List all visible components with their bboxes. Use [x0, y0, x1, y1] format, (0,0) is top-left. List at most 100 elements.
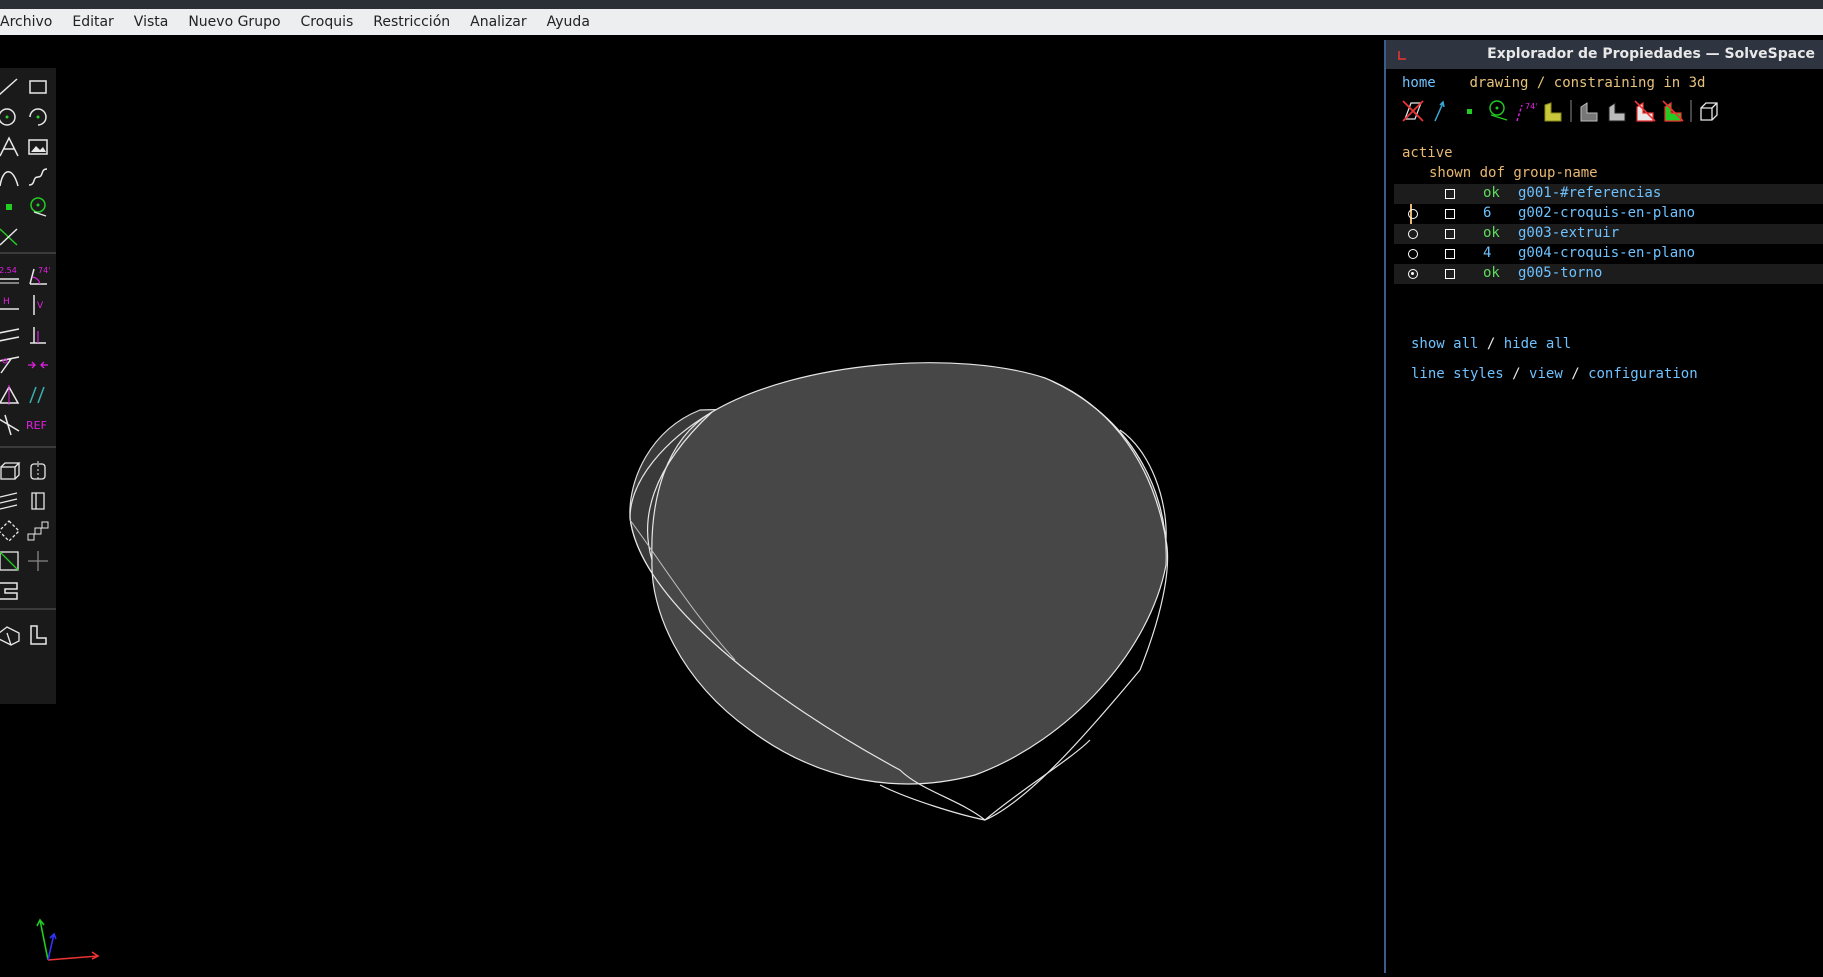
- breadcrumb-constraining: constraining in 3d: [1553, 75, 1706, 91]
- show-all-link[interactable]: show all: [1411, 336, 1478, 352]
- home-link[interactable]: home: [1402, 75, 1436, 91]
- show-faces-icon[interactable]: [1540, 97, 1566, 125]
- image-tool-icon[interactable]: [25, 134, 51, 160]
- circle-tool-icon[interactable]: [0, 104, 22, 130]
- shown-column-header: shown: [1429, 165, 1472, 181]
- show-mesh-icon[interactable]: [1660, 97, 1686, 125]
- nearest-isometric-icon[interactable]: [0, 622, 22, 648]
- workplane-tool-icon[interactable]: [25, 194, 51, 220]
- distance-constraint-icon[interactable]: 2.54: [0, 262, 22, 288]
- parallel-constraint-icon[interactable]: [0, 322, 22, 348]
- link-separator: /: [1486, 336, 1496, 352]
- show-workplanes-icon[interactable]: [1400, 97, 1426, 125]
- svg-text:2.54: 2.54: [0, 266, 17, 275]
- step-translate-icon[interactable]: [25, 518, 51, 544]
- dof-column-header: dof: [1479, 165, 1505, 181]
- equal-length-constraint-icon[interactable]: [25, 382, 51, 408]
- tangent-constraint-icon[interactable]: [0, 352, 22, 378]
- toolbar-divider: [1690, 100, 1692, 122]
- constrain-other-icon[interactable]: [0, 412, 22, 438]
- menu-vista[interactable]: Vista: [124, 9, 179, 35]
- show-constraints-icon[interactable]: 74°: [1512, 97, 1538, 125]
- menu-ayuda[interactable]: Ayuda: [537, 9, 600, 35]
- active-radio[interactable]: [1408, 229, 1418, 239]
- show-shaded-icon[interactable]: [1576, 97, 1602, 125]
- hide-all-link[interactable]: hide all: [1504, 336, 1571, 352]
- reference-toggle-icon[interactable]: REF: [24, 412, 54, 438]
- window-titlebar: [0, 0, 1823, 9]
- rectangle-tool-icon[interactable]: [25, 74, 51, 100]
- line-styles-link[interactable]: line styles: [1411, 366, 1504, 382]
- solid-top-face: [651, 362, 1167, 785]
- active-column-label: active: [1402, 145, 1453, 161]
- group-name-link[interactable]: g001-#referencias: [1518, 185, 1661, 201]
- symmetric-constraint-icon[interactable]: [0, 382, 22, 408]
- bezier-tool-icon[interactable]: [0, 164, 22, 190]
- split-curves-icon[interactable]: [0, 224, 22, 250]
- menu-analizar[interactable]: Analizar: [460, 9, 537, 35]
- menu-archivo[interactable]: Archivo: [0, 9, 62, 35]
- link-separator: /: [1512, 366, 1521, 382]
- group-row[interactable]: ok g001-#referencias: [1394, 184, 1823, 204]
- property-browser-title: Explorador de Propiedades — SolveSpace: [1487, 46, 1815, 62]
- configuration-link[interactable]: configuration: [1588, 366, 1698, 382]
- menu-croquis[interactable]: Croquis: [291, 9, 364, 35]
- spline-tool-icon[interactable]: [25, 164, 51, 190]
- shown-checkbox[interactable]: [1445, 229, 1455, 239]
- group-name-link[interactable]: g002-croquis-en-plano: [1518, 205, 1695, 221]
- perpendicular-constraint-icon[interactable]: [25, 322, 51, 348]
- toolbar-divider: [0, 446, 56, 448]
- property-browser-titlebar: Explorador de Propiedades — SolveSpace: [1386, 40, 1823, 69]
- group-row[interactable]: 4 g004-croquis-en-plano: [1394, 244, 1823, 264]
- settings-links: line styles / view / configuration: [1411, 366, 1698, 382]
- show-construction-icon[interactable]: [1484, 97, 1510, 125]
- revolve-icon[interactable]: [25, 488, 51, 514]
- group-name-link[interactable]: g004-croquis-en-plano: [1518, 245, 1695, 261]
- active-radio[interactable]: [1408, 209, 1418, 219]
- menu-restriccion[interactable]: Restricción: [363, 9, 460, 35]
- group-list: ok g001-#referencias 6 g002-croquis-en-p…: [1394, 184, 1823, 284]
- shown-checkbox[interactable]: [1445, 189, 1455, 199]
- line-tool-icon[interactable]: [0, 74, 22, 100]
- show-edges-icon[interactable]: [1604, 97, 1630, 125]
- group-row[interactable]: ok g005-torno: [1394, 264, 1823, 284]
- active-radio[interactable]: [1408, 249, 1418, 259]
- workplane-icon[interactable]: [0, 548, 22, 574]
- show-outlines-icon[interactable]: [1632, 97, 1658, 125]
- arc-tool-icon[interactable]: [25, 104, 51, 130]
- midpoint-constraint-icon[interactable]: [25, 352, 51, 378]
- sketch-in-3d-icon[interactable]: [25, 548, 51, 574]
- lathe-icon[interactable]: [25, 458, 51, 484]
- breadcrumb-drawing: drawing: [1469, 75, 1529, 91]
- point-tool-icon[interactable]: [0, 194, 22, 220]
- view-link[interactable]: view: [1529, 366, 1563, 382]
- horizontal-constraint-icon[interactable]: H: [0, 292, 22, 318]
- shown-checkbox[interactable]: [1445, 269, 1455, 279]
- dof-status: 6: [1483, 205, 1492, 221]
- group-name-link[interactable]: g005-torno: [1518, 265, 1602, 281]
- svg-text:74°: 74°: [1525, 102, 1537, 111]
- step-rotate-icon[interactable]: [0, 518, 22, 544]
- group-row[interactable]: ok g003-extruir: [1394, 224, 1823, 244]
- link-file-icon[interactable]: [0, 578, 22, 604]
- helix-icon[interactable]: [0, 488, 22, 514]
- nearest-ortho-icon[interactable]: [25, 622, 51, 648]
- shown-checkbox[interactable]: [1445, 249, 1455, 259]
- show-hidden-lines-icon[interactable]: [1696, 97, 1722, 125]
- show-normals-icon[interactable]: [1428, 97, 1454, 125]
- text-tool-icon[interactable]: [0, 134, 22, 160]
- extrude-icon[interactable]: [0, 458, 22, 484]
- graphics-viewport[interactable]: [56, 35, 1386, 973]
- dof-status: ok: [1483, 225, 1500, 241]
- vertical-constraint-icon[interactable]: V: [25, 292, 51, 318]
- active-radio-selected[interactable]: [1408, 269, 1418, 279]
- menu-editar[interactable]: Editar: [62, 9, 123, 35]
- breadcrumb-separator: /: [1536, 75, 1546, 91]
- group-row[interactable]: 6 g002-croquis-en-plano: [1394, 204, 1823, 224]
- group-name-link[interactable]: g003-extruir: [1518, 225, 1619, 241]
- shown-checkbox[interactable]: [1445, 209, 1455, 219]
- menu-nuevo-grupo[interactable]: Nuevo Grupo: [178, 9, 290, 35]
- angle-constraint-icon[interactable]: 74°: [25, 262, 51, 288]
- model-view: [629, 362, 1169, 821]
- show-points-icon[interactable]: [1456, 97, 1482, 125]
